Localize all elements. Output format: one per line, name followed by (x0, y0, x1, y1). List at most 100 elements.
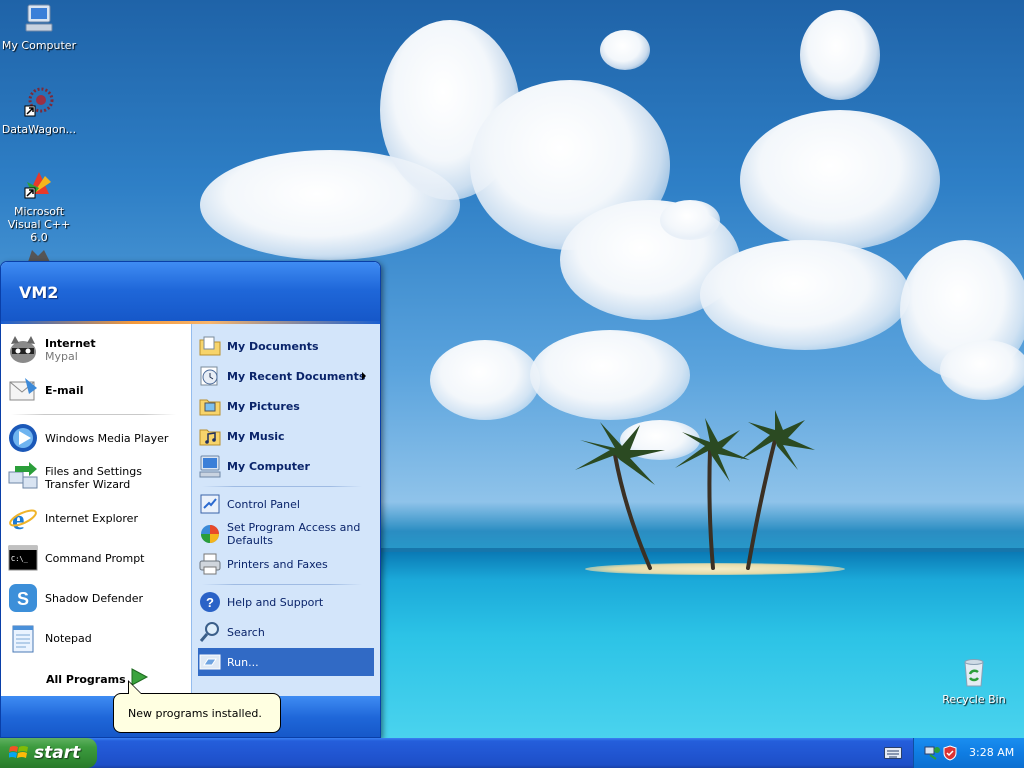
menu-item-label: My Documents (227, 339, 319, 353)
menu-item-label: My Computer (227, 459, 310, 473)
menu-item-label: My Recent Documents (227, 369, 366, 383)
desktop-icon-msvc[interactable]: Microsoft Visual C++ 6.0 (0, 168, 78, 244)
menu-item-command-prompt[interactable]: C:\_ Command Prompt (7, 540, 187, 576)
wallpaper-cloud (660, 200, 720, 240)
windows-logo-icon (9, 746, 28, 758)
user-name: VM2 (19, 283, 59, 302)
notepad-icon (12, 625, 34, 653)
menu-item-label: Set Program Access and Defaults (227, 521, 361, 547)
clock[interactable]: 3:28 AM (969, 746, 1014, 759)
start-menu-header: VM2 (1, 262, 380, 324)
help-icon: ? (200, 592, 220, 612)
desktop-icon-partial[interactable] (26, 246, 52, 262)
wallpaper-cloud (740, 110, 940, 250)
shadow-defender-icon: S (9, 584, 37, 612)
menu-item-label: Windows Media Player (45, 431, 169, 445)
menu-item-label: Run... (227, 655, 259, 669)
keyboard-icon[interactable] (884, 746, 902, 760)
menu-item-label: Internet (45, 337, 96, 350)
menu-item-my-music[interactable]: My Music (198, 422, 374, 450)
menu-separator (202, 584, 362, 585)
raccoon-icon (10, 336, 36, 363)
menu-item-label: Command Prompt (45, 551, 145, 565)
menu-item-windows-media-player[interactable]: Windows Media Player (7, 420, 187, 456)
menu-item-my-pictures[interactable]: My Pictures (198, 392, 374, 420)
svg-text:S: S (17, 589, 29, 609)
folder-music-icon (199, 429, 221, 446)
menu-item-shadow-defender[interactable]: S Shadow Defender (7, 580, 187, 616)
menu-item-label: My Pictures (227, 399, 300, 413)
visual-cpp-icon (24, 172, 51, 199)
menu-item-internet-explorer[interactable]: e Internet Explorer (7, 500, 187, 536)
wallpaper-cloud (600, 30, 650, 70)
notification-balloon[interactable]: New programs installed. (113, 680, 281, 733)
menu-item-run[interactable]: Run... (198, 648, 374, 676)
start-menu-right-pane: My Documents My Recent Documents My Pict… (191, 324, 380, 696)
recycle-bin-icon (964, 659, 984, 687)
menu-item-my-computer[interactable]: My Computer (198, 452, 374, 480)
program-access-icon (201, 525, 219, 543)
menu-item-set-program-access[interactable]: Set Program Access and Defaults (198, 520, 374, 548)
all-programs-button[interactable]: All Programs (46, 673, 126, 686)
submenu-arrow-icon (362, 372, 366, 380)
desktop-icon-label: Recycle Bin (942, 693, 1006, 706)
menu-item-label: Control Panel (227, 497, 300, 511)
desktop-icon-my-computer[interactable]: My Computer (0, 2, 78, 52)
start-label: start (34, 743, 81, 763)
menu-item-label: Notepad (45, 631, 92, 645)
wallpaper-cloud (700, 240, 910, 350)
printer-icon (199, 553, 221, 575)
my-computer-icon (199, 455, 221, 478)
internet-explorer-icon: e (9, 505, 37, 534)
start-menu: VM2 Internet Mypal E-mail Windows Media … (0, 261, 381, 738)
command-prompt-icon: C:\_ (8, 545, 38, 571)
transfer-wizard-icon (8, 462, 38, 489)
run-icon (199, 654, 221, 670)
media-player-icon (9, 424, 37, 452)
menu-item-files-settings-transfer[interactable]: Files and Settings Transfer Wizard (7, 460, 187, 496)
menu-item-my-documents[interactable]: My Documents (198, 332, 374, 360)
email-icon (9, 378, 37, 401)
menu-separator (11, 414, 176, 415)
start-button[interactable]: start (0, 738, 97, 768)
desktop-icon-label: My Computer (1, 39, 77, 52)
control-panel-icon (200, 494, 220, 514)
menu-item-label: E-mail (45, 383, 84, 397)
network-icon[interactable] (924, 745, 940, 761)
menu-item-my-recent-documents[interactable]: My Recent Documents (198, 362, 374, 390)
menu-item-help-support[interactable]: ? Help and Support (198, 588, 374, 616)
search-icon (199, 622, 219, 642)
start-menu-left-pane: Internet Mypal E-mail Windows Media Play… (1, 324, 191, 723)
raccoon-icon (28, 250, 50, 262)
menu-item-label: Shadow Defender (45, 591, 144, 605)
datawagon-icon (24, 87, 54, 117)
menu-item-notepad[interactable]: Notepad (7, 620, 187, 656)
menu-item-search[interactable]: Search (198, 618, 374, 646)
palm-trees (575, 410, 815, 570)
menu-item-label: Internet Explorer (45, 511, 138, 525)
svg-text:?: ? (206, 595, 214, 610)
menu-item-label: My Music (227, 429, 285, 443)
svg-text:C:\_: C:\_ (11, 555, 29, 563)
menu-item-internet[interactable]: Internet Mypal (7, 332, 187, 368)
menu-item-email[interactable]: E-mail (7, 372, 187, 408)
svg-text:e: e (12, 505, 24, 534)
menu-item-label: Files and Settings Transfer Wizard (45, 465, 142, 491)
system-tray: 3:28 AM (913, 738, 1024, 768)
menu-item-label: Search (227, 625, 265, 639)
desktop-icon-label: Microsoft Visual C++ 6.0 (7, 205, 71, 244)
recent-documents-icon (200, 366, 218, 386)
menu-item-label: Help and Support (227, 595, 324, 609)
folder-pictures-icon (199, 399, 221, 416)
wallpaper-cloud (430, 340, 540, 420)
menu-item-printers-faxes[interactable]: Printers and Faxes (198, 550, 374, 578)
shield-icon[interactable] (942, 745, 958, 761)
taskbar: start 3:28 AM (0, 738, 1024, 768)
desktop-icon-datawagon[interactable]: DataWagon... (0, 86, 78, 136)
desktop-icon-recycle-bin[interactable]: Recycle Bin (935, 656, 1013, 706)
wallpaper-cloud (530, 330, 690, 420)
wallpaper-cloud (800, 10, 880, 100)
menu-item-sublabel: Mypal (45, 350, 78, 363)
folder-documents-icon (199, 336, 221, 356)
menu-item-control-panel[interactable]: Control Panel (198, 490, 374, 518)
